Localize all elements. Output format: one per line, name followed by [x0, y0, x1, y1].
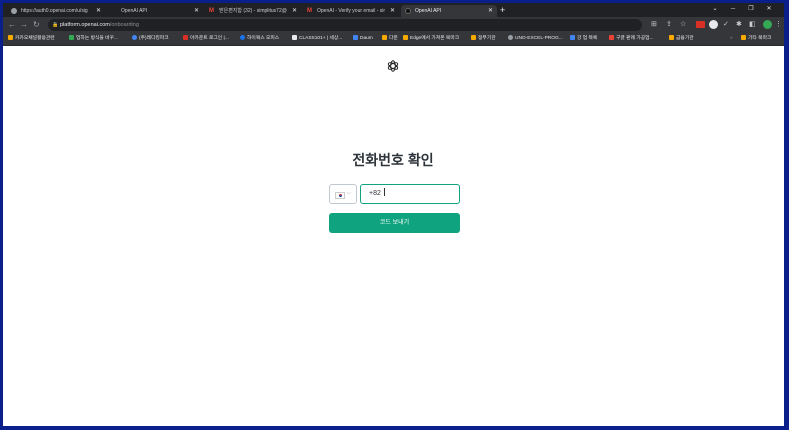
close-tab-icon[interactable]: ✕ — [292, 5, 297, 17]
gmail-icon: M — [307, 8, 312, 14]
close-window-icon[interactable]: ✕ — [760, 3, 778, 15]
bookmark-item[interactable]: 구글 판례 가공업... — [609, 33, 654, 45]
bookmark-item[interactable]: UNO-EXCEL-PROG... — [508, 33, 563, 45]
bookmark-item[interactable]: 아카운트 로그인 |... — [183, 33, 229, 45]
folder-icon — [741, 35, 746, 40]
site-icon — [240, 35, 245, 40]
close-tab-icon[interactable]: ✕ — [194, 5, 199, 17]
more-bookmarks-icon[interactable]: » — [730, 33, 733, 45]
chevron-down-icon: ⌵ — [347, 190, 351, 196]
share-icon[interactable]: ⇪ — [666, 19, 672, 31]
back-icon[interactable]: ← — [8, 19, 16, 31]
extension-avatar-icon[interactable] — [709, 20, 718, 29]
bookmark-star-icon[interactable]: ☆ — [680, 19, 686, 31]
bookmark-item[interactable]: 업하는 방식을 바꾸... — [69, 33, 118, 45]
folder-icon — [403, 35, 408, 40]
maximize-icon[interactable]: ❐ — [742, 3, 760, 15]
tab-auth0[interactable]: https://auth0.openai.com/u/sig ✕ — [7, 5, 105, 17]
daum-icon — [353, 35, 358, 40]
bookmark-item[interactable]: 기타 북마크 — [741, 33, 771, 45]
page-content: 전화번호 확인 ⌵ +82 코드 보내기 — [3, 46, 784, 426]
bookmark-item[interactable]: 카카오채널활용관련 — [8, 33, 55, 45]
folder-icon — [8, 35, 13, 40]
reload-icon[interactable]: ↻ — [33, 19, 40, 31]
bookmark-item[interactable]: Edge에서 가져온 북마크 — [403, 33, 459, 45]
folder-icon — [669, 35, 674, 40]
profile-avatar-icon[interactable] — [763, 20, 772, 29]
bookmark-item[interactable]: 하이웍스 오피스 — [240, 33, 279, 45]
korea-flag-icon — [335, 192, 345, 199]
globe-icon — [508, 35, 513, 40]
bookmark-item[interactable]: (주)레디킹파크 — [132, 33, 169, 45]
site-icon — [183, 35, 188, 40]
send-code-button[interactable]: 코드 보내기 — [329, 213, 460, 233]
page-icon — [69, 35, 74, 40]
globe-icon — [11, 8, 17, 14]
phone-input[interactable]: +82 — [360, 184, 460, 204]
gmail-icon: M — [209, 8, 214, 14]
tab-strip: https://auth0.openai.com/u/sig ✕ OpenAI … — [3, 3, 784, 17]
openai-logo-icon — [387, 60, 399, 72]
browser-window: https://auth0.openai.com/u/sig ✕ OpenAI … — [3, 3, 784, 426]
bookmark-item[interactable]: Daum — [353, 33, 373, 45]
tab-search-icon[interactable]: ⌄ — [706, 3, 724, 15]
bookmark-item[interactable]: 강 업 목록 — [570, 33, 597, 45]
tab-openai-api[interactable]: OpenAI API ✕ — [107, 5, 203, 17]
site-icon — [570, 35, 575, 40]
text-cursor — [383, 188, 385, 196]
minimize-icon[interactable]: ─ — [724, 3, 742, 15]
bookmark-item[interactable]: 다운 — [382, 33, 398, 45]
side-panel-icon[interactable]: ◧ — [749, 19, 756, 31]
openai-favicon-icon — [405, 8, 411, 14]
check-icon[interactable]: ✓ — [723, 19, 729, 31]
site-icon — [292, 35, 297, 40]
site-icon — [609, 35, 614, 40]
window-controls: ⌄ ─ ❐ ✕ — [706, 3, 778, 17]
bookmark-item[interactable]: 정부기관 — [471, 33, 496, 45]
lock-icon: 🔒 — [52, 22, 59, 28]
toolbar: ← → ↻ 🔒 platform.openai.com/onboarding ⊞… — [3, 17, 784, 33]
menu-icon[interactable]: ⋮ — [775, 19, 782, 31]
new-tab-icon[interactable]: + — [500, 5, 505, 15]
tab-gmail-inbox[interactable]: M 받은편지함 (32) - simplitus72@ ✕ — [205, 5, 301, 17]
close-tab-icon[interactable]: ✕ — [96, 5, 101, 17]
bookmark-item[interactable]: 금융기관 — [669, 33, 694, 45]
translate-icon[interactable]: ⊞ — [651, 19, 657, 31]
bookmarks-bar: 카카오채널활용관련 업하는 방식을 바꾸... (주)레디킹파크 아카운트 로그… — [3, 33, 784, 46]
country-select[interactable]: ⌵ — [329, 184, 357, 204]
extension-icon[interactable] — [696, 21, 705, 28]
tab-openai-active[interactable]: OpenAI API ✕ — [401, 5, 497, 17]
address-bar[interactable]: 🔒 platform.openai.com/onboarding — [48, 19, 642, 31]
folder-icon — [382, 35, 387, 40]
forward-icon[interactable]: → — [20, 19, 28, 31]
close-tab-icon[interactable]: ✕ — [488, 5, 493, 17]
folder-icon — [471, 35, 476, 40]
page-title: 전화번호 확인 — [352, 152, 434, 168]
bookmark-item[interactable]: CLASS101+ | 세상... — [292, 33, 342, 45]
puzzle-icon[interactable]: ✱ — [736, 19, 742, 31]
tab-gmail-verify[interactable]: M OpenAI - Verify your email - sir ✕ — [303, 5, 399, 17]
site-icon — [132, 35, 137, 40]
close-tab-icon[interactable]: ✕ — [390, 5, 395, 17]
